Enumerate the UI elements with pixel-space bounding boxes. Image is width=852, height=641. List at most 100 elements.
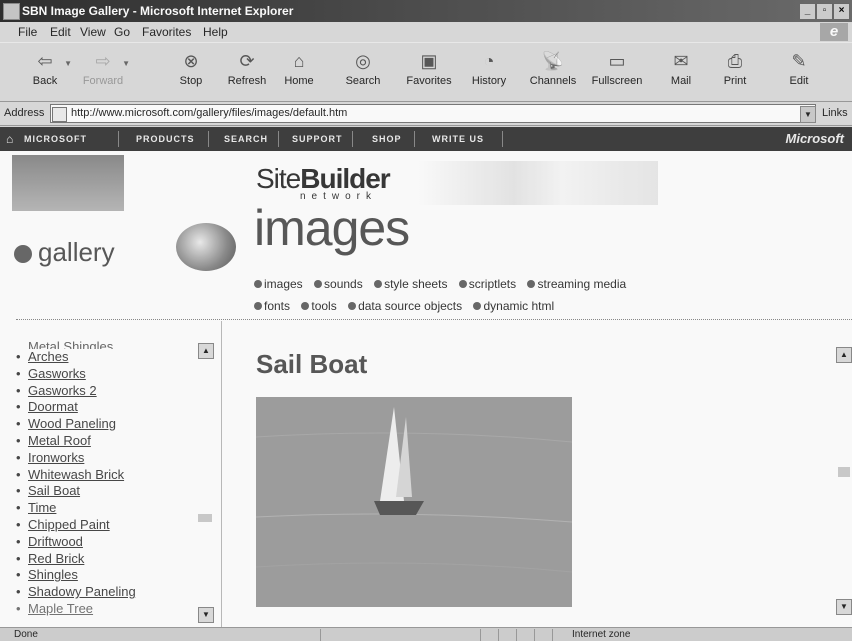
menu-view[interactable]: View [80, 25, 106, 39]
list-item[interactable]: Whitewash Brick [16, 467, 136, 484]
category-images[interactable]: images [254, 277, 303, 291]
content-scrollbar-thumb[interactable] [838, 467, 850, 477]
menu-edit[interactable]: Edit [50, 25, 71, 39]
category-fonts[interactable]: fonts [254, 299, 290, 313]
ie-app-icon [3, 3, 20, 20]
nav-search[interactable]: SEARCH [224, 134, 268, 144]
security-zone: Internet zone [572, 629, 631, 640]
page-content: ⌂ MICROSOFT PRODUCTS SEARCH SUPPORT SHOP… [0, 127, 852, 627]
history-icon: ◔ [483, 51, 495, 71]
address-label: Address [4, 107, 45, 119]
content-scroll-up-button[interactable]: ▲ [836, 347, 852, 363]
list-item[interactable]: Shadowy Paneling [16, 584, 136, 601]
toolbar-search-button[interactable]: ◎ Search [334, 49, 392, 87]
gallery-logo[interactable]: gallery [14, 237, 115, 268]
channels-icon: 📡 [541, 51, 565, 71]
nav-support[interactable]: SUPPORT [292, 134, 343, 144]
nav-shop[interactable]: SHOP [372, 134, 402, 144]
category-links-row-1: images sounds style sheets scriptlets st… [254, 277, 634, 291]
list-item[interactable]: Gasworks 2 [16, 383, 136, 400]
maximize-button[interactable]: ▫ [816, 3, 833, 20]
list-item[interactable]: Ironworks [16, 450, 136, 467]
minimize-button[interactable]: _ [799, 3, 816, 20]
list-item[interactable]: Metal Roof [16, 433, 136, 450]
globe-icon [14, 245, 32, 264]
list-item[interactable]: Metal Shingles [28, 339, 136, 349]
links-button[interactable]: Links [822, 107, 848, 119]
category-sounds[interactable]: sounds [314, 277, 363, 291]
menu-go[interactable]: Go [114, 25, 130, 39]
address-bar: Address http://www.microsoft.com/gallery… [0, 102, 852, 126]
list-item[interactable]: Chipped Paint [16, 517, 136, 534]
microsoft-logo[interactable]: Microsoft [786, 131, 845, 146]
toolbar-mail-button[interactable]: ✉ Mail [652, 49, 710, 87]
toolbar-forward-button[interactable]: ⇨ Forward ▼ [74, 49, 132, 87]
category-dynamic-html[interactable]: dynamic html [473, 299, 554, 313]
menu-file[interactable]: File [18, 25, 37, 39]
list-item[interactable]: Gasworks [16, 366, 136, 383]
toolbar-favorites-button[interactable]: ▣ Favorites [400, 49, 458, 87]
toolbar-button-label: Mail [670, 75, 692, 87]
toolbar-fullscreen-button[interactable]: ▭ Fullscreen [588, 49, 646, 87]
list-scroll-up-button[interactable]: ▲ [198, 343, 214, 359]
fullscreen-icon: ▭ [608, 51, 626, 71]
edit-icon: ✎ [791, 51, 807, 71]
list-scrollbar-thumb[interactable] [198, 514, 212, 522]
toolbar-edit-button[interactable]: ✎ Edit [770, 49, 828, 87]
toolbar-history-button[interactable]: ◔ History [460, 49, 518, 87]
list-scroll-down-button[interactable]: ▼ [198, 607, 214, 623]
toolbar-dropdown-arrow[interactable]: ▼ [122, 59, 130, 68]
toolbar-button-label: Stop [179, 75, 203, 87]
refresh-icon: ⟳ [239, 51, 255, 71]
list-item[interactable]: Arches [16, 349, 136, 366]
toolbar-stop-button[interactable]: ⊗ Stop [162, 49, 220, 87]
toolbar-refresh-button[interactable]: ⟳ Refresh [218, 49, 276, 87]
content-scrollbar[interactable]: ▲ ▼ [836, 347, 852, 617]
category-streaming-media[interactable]: streaming media [527, 277, 626, 291]
status-bar: Done Internet zone [0, 627, 852, 641]
list-item[interactable]: Driftwood [16, 534, 136, 551]
list-item[interactable]: Doormat [16, 399, 136, 416]
window-title: SBN Image Gallery - Microsoft Internet E… [22, 4, 294, 18]
toolbar-button-label: Search [345, 75, 381, 87]
back-arrow-icon: ⇦ [37, 51, 53, 71]
toolbar-button-label: Back [32, 75, 58, 87]
sail-boat-photo [256, 397, 572, 607]
address-dropdown-button[interactable]: ▼ [800, 106, 816, 123]
category-data-source-objects[interactable]: data source objects [348, 299, 462, 313]
toolbar-button-label: Print [723, 75, 747, 87]
microsoft-nav-bar: ⌂ MICROSOFT PRODUCTS SEARCH SUPPORT SHOP… [0, 127, 852, 151]
page-icon [52, 107, 67, 122]
category-tools[interactable]: tools [301, 299, 337, 313]
menu-bar: File Edit View Go Favorites Help e [0, 22, 852, 42]
toolbar-print-button[interactable]: ⎙ Print [706, 49, 764, 87]
page-heading: images [254, 200, 410, 256]
toolbar-channels-button[interactable]: 📡 Channels [524, 49, 582, 87]
category-style-sheets[interactable]: style sheets [374, 277, 447, 291]
list-item[interactable]: Time [16, 500, 136, 517]
stop-icon: ⊗ [183, 51, 199, 71]
list-item[interactable]: Shingles [16, 567, 136, 584]
address-input[interactable]: http://www.microsoft.com/gallery/files/i… [50, 104, 816, 123]
list-item[interactable]: Maple Tree [16, 601, 136, 618]
list-item[interactable]: Wood Paneling [16, 416, 136, 433]
status-text: Done [14, 629, 38, 640]
toolbar-home-button[interactable]: ⌂ Home [270, 49, 328, 87]
nav-write-us[interactable]: WRITE US [432, 134, 484, 144]
content-scroll-down-button[interactable]: ▼ [836, 599, 852, 615]
list-item[interactable]: Red Brick [16, 551, 136, 568]
list-item[interactable]: Sail Boat [16, 483, 136, 500]
toolbar-dropdown-arrow[interactable]: ▼ [64, 59, 72, 68]
nav-products[interactable]: PRODUCTS [136, 134, 195, 144]
home-icon[interactable]: ⌂ [6, 132, 14, 146]
image-list-frame: Metal ShinglesArchesGasworksGasworks 2Do… [0, 321, 222, 627]
menu-help[interactable]: Help [203, 25, 228, 39]
nav-microsoft[interactable]: MICROSOFT [24, 134, 87, 144]
category-scriptlets[interactable]: scriptlets [458, 277, 516, 291]
toolbar-back-button[interactable]: ⇦ Back ▼ [16, 49, 74, 87]
image-list: Metal ShinglesArchesGasworksGasworks 2Do… [16, 339, 136, 618]
toolbar-button-label: Refresh [227, 75, 267, 87]
menu-favorites[interactable]: Favorites [142, 25, 191, 39]
close-button[interactable]: × [833, 3, 850, 20]
toolbar-button-label: Forward [82, 75, 124, 87]
